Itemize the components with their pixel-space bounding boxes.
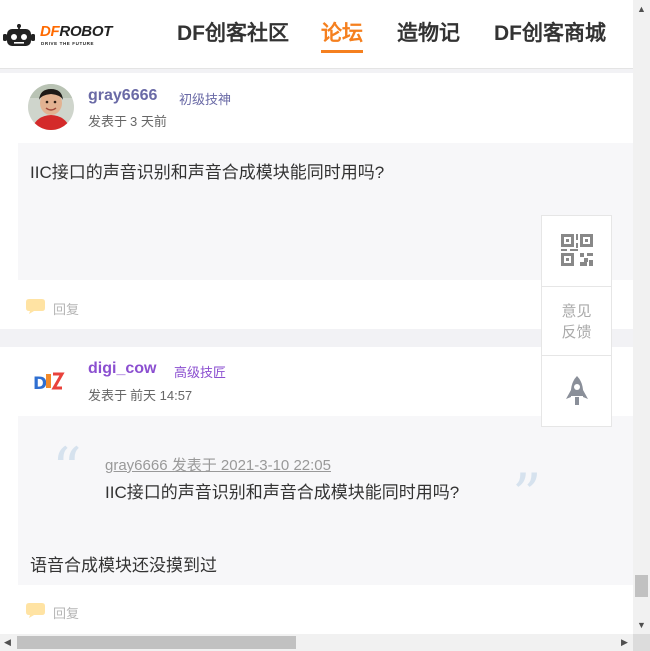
reply-bubble-icon xyxy=(26,299,45,314)
logo-tagline: DRIVE THE FUTURE xyxy=(41,41,95,46)
forum-page: DFROBOT DRIVE THE FUTURE DF创客社区 论坛 造物记 D… xyxy=(0,0,650,651)
feedback-button[interactable]: 意见 反馈 xyxy=(542,286,611,356)
digi-logo-icon: D xyxy=(28,358,74,404)
post-content-box: “ ” gray6666 发表于 2021-3-10 22:05 IIC接口的声… xyxy=(18,416,633,585)
scroll-right-arrow-icon[interactable]: ▶ xyxy=(621,637,628,648)
scroll-up-arrow-icon[interactable]: ▲ xyxy=(637,4,646,14)
user-rank: 高级技匠 xyxy=(174,365,227,380)
horizontal-scroll-thumb[interactable] xyxy=(17,636,296,649)
vertical-scrollbar[interactable]: ▲ ▼ xyxy=(633,0,650,634)
nav-store[interactable]: DF创客商城 xyxy=(494,17,606,47)
feedback-label-line1: 意见 xyxy=(561,303,592,320)
nav-forum[interactable]: 论坛 xyxy=(321,17,363,47)
feedback-label-line2: 反馈 xyxy=(561,324,592,341)
quote-meta-link[interactable]: gray6666 发表于 2021-3-10 22:05 xyxy=(105,454,331,475)
post-content: IIC接口的声音识别和声音合成模块能同时用吗? xyxy=(30,163,385,182)
qr-code-icon xyxy=(561,234,593,266)
quote-open-mark: “ xyxy=(52,435,82,503)
scroll-down-arrow-icon[interactable]: ▼ xyxy=(637,620,646,630)
rocket-icon xyxy=(566,376,588,405)
post-username[interactable]: gray6666 xyxy=(88,87,157,105)
dfrobot-logo[interactable]: DFROBOT DRIVE THE FUTURE xyxy=(3,22,123,50)
logo-wordmark: DFROBOT xyxy=(40,23,113,40)
svg-text:D: D xyxy=(33,374,47,394)
post-username[interactable]: digi_cow xyxy=(88,360,156,378)
reply-label: 回复 xyxy=(53,302,80,317)
horizontal-scrollbar[interactable]: ◀ ▶ xyxy=(0,634,633,651)
nav-makelog[interactable]: 造物记 xyxy=(397,17,460,47)
user-photo-icon xyxy=(28,84,74,130)
vertical-scroll-thumb[interactable] xyxy=(635,575,648,597)
forum-post: gray6666 初级技神 发表于 3 天前 IIC接口的声音识别和声音合成模块能… xyxy=(0,73,633,329)
back-to-top-button[interactable] xyxy=(542,357,611,427)
scroll-left-arrow-icon[interactable]: ◀ xyxy=(4,637,11,648)
nav-community[interactable]: DF创客社区 xyxy=(177,17,289,47)
avatar[interactable] xyxy=(28,84,74,130)
forum-post: D digi_cow 高级技匠 发表于 前天 14:57 “ ” gray6666… xyxy=(0,347,633,634)
post-content: 语音合成模块还没摸到过 xyxy=(30,556,217,575)
robot-logo-icon xyxy=(3,24,35,46)
avatar[interactable]: D xyxy=(28,358,74,404)
nav-active-underline xyxy=(321,50,363,53)
qr-code-button[interactable] xyxy=(542,216,611,286)
user-rank: 初级技神 xyxy=(179,92,232,107)
site-header: DFROBOT DRIVE THE FUTURE DF创客社区 论坛 造物记 D… xyxy=(0,0,633,69)
scrollbar-corner xyxy=(633,634,650,651)
reply-label: 回复 xyxy=(53,606,80,621)
quote-text: IIC接口的声音识别和声音合成模块能同时用吗? xyxy=(105,483,460,502)
quote-close-mark: ” xyxy=(512,461,542,529)
post-time: 发表于 前天 14:57 xyxy=(88,388,193,403)
floating-sidebar: 意见 反馈 xyxy=(541,215,612,427)
post-time: 发表于 3 天前 xyxy=(88,114,167,129)
reply-bubble-icon xyxy=(26,603,45,618)
